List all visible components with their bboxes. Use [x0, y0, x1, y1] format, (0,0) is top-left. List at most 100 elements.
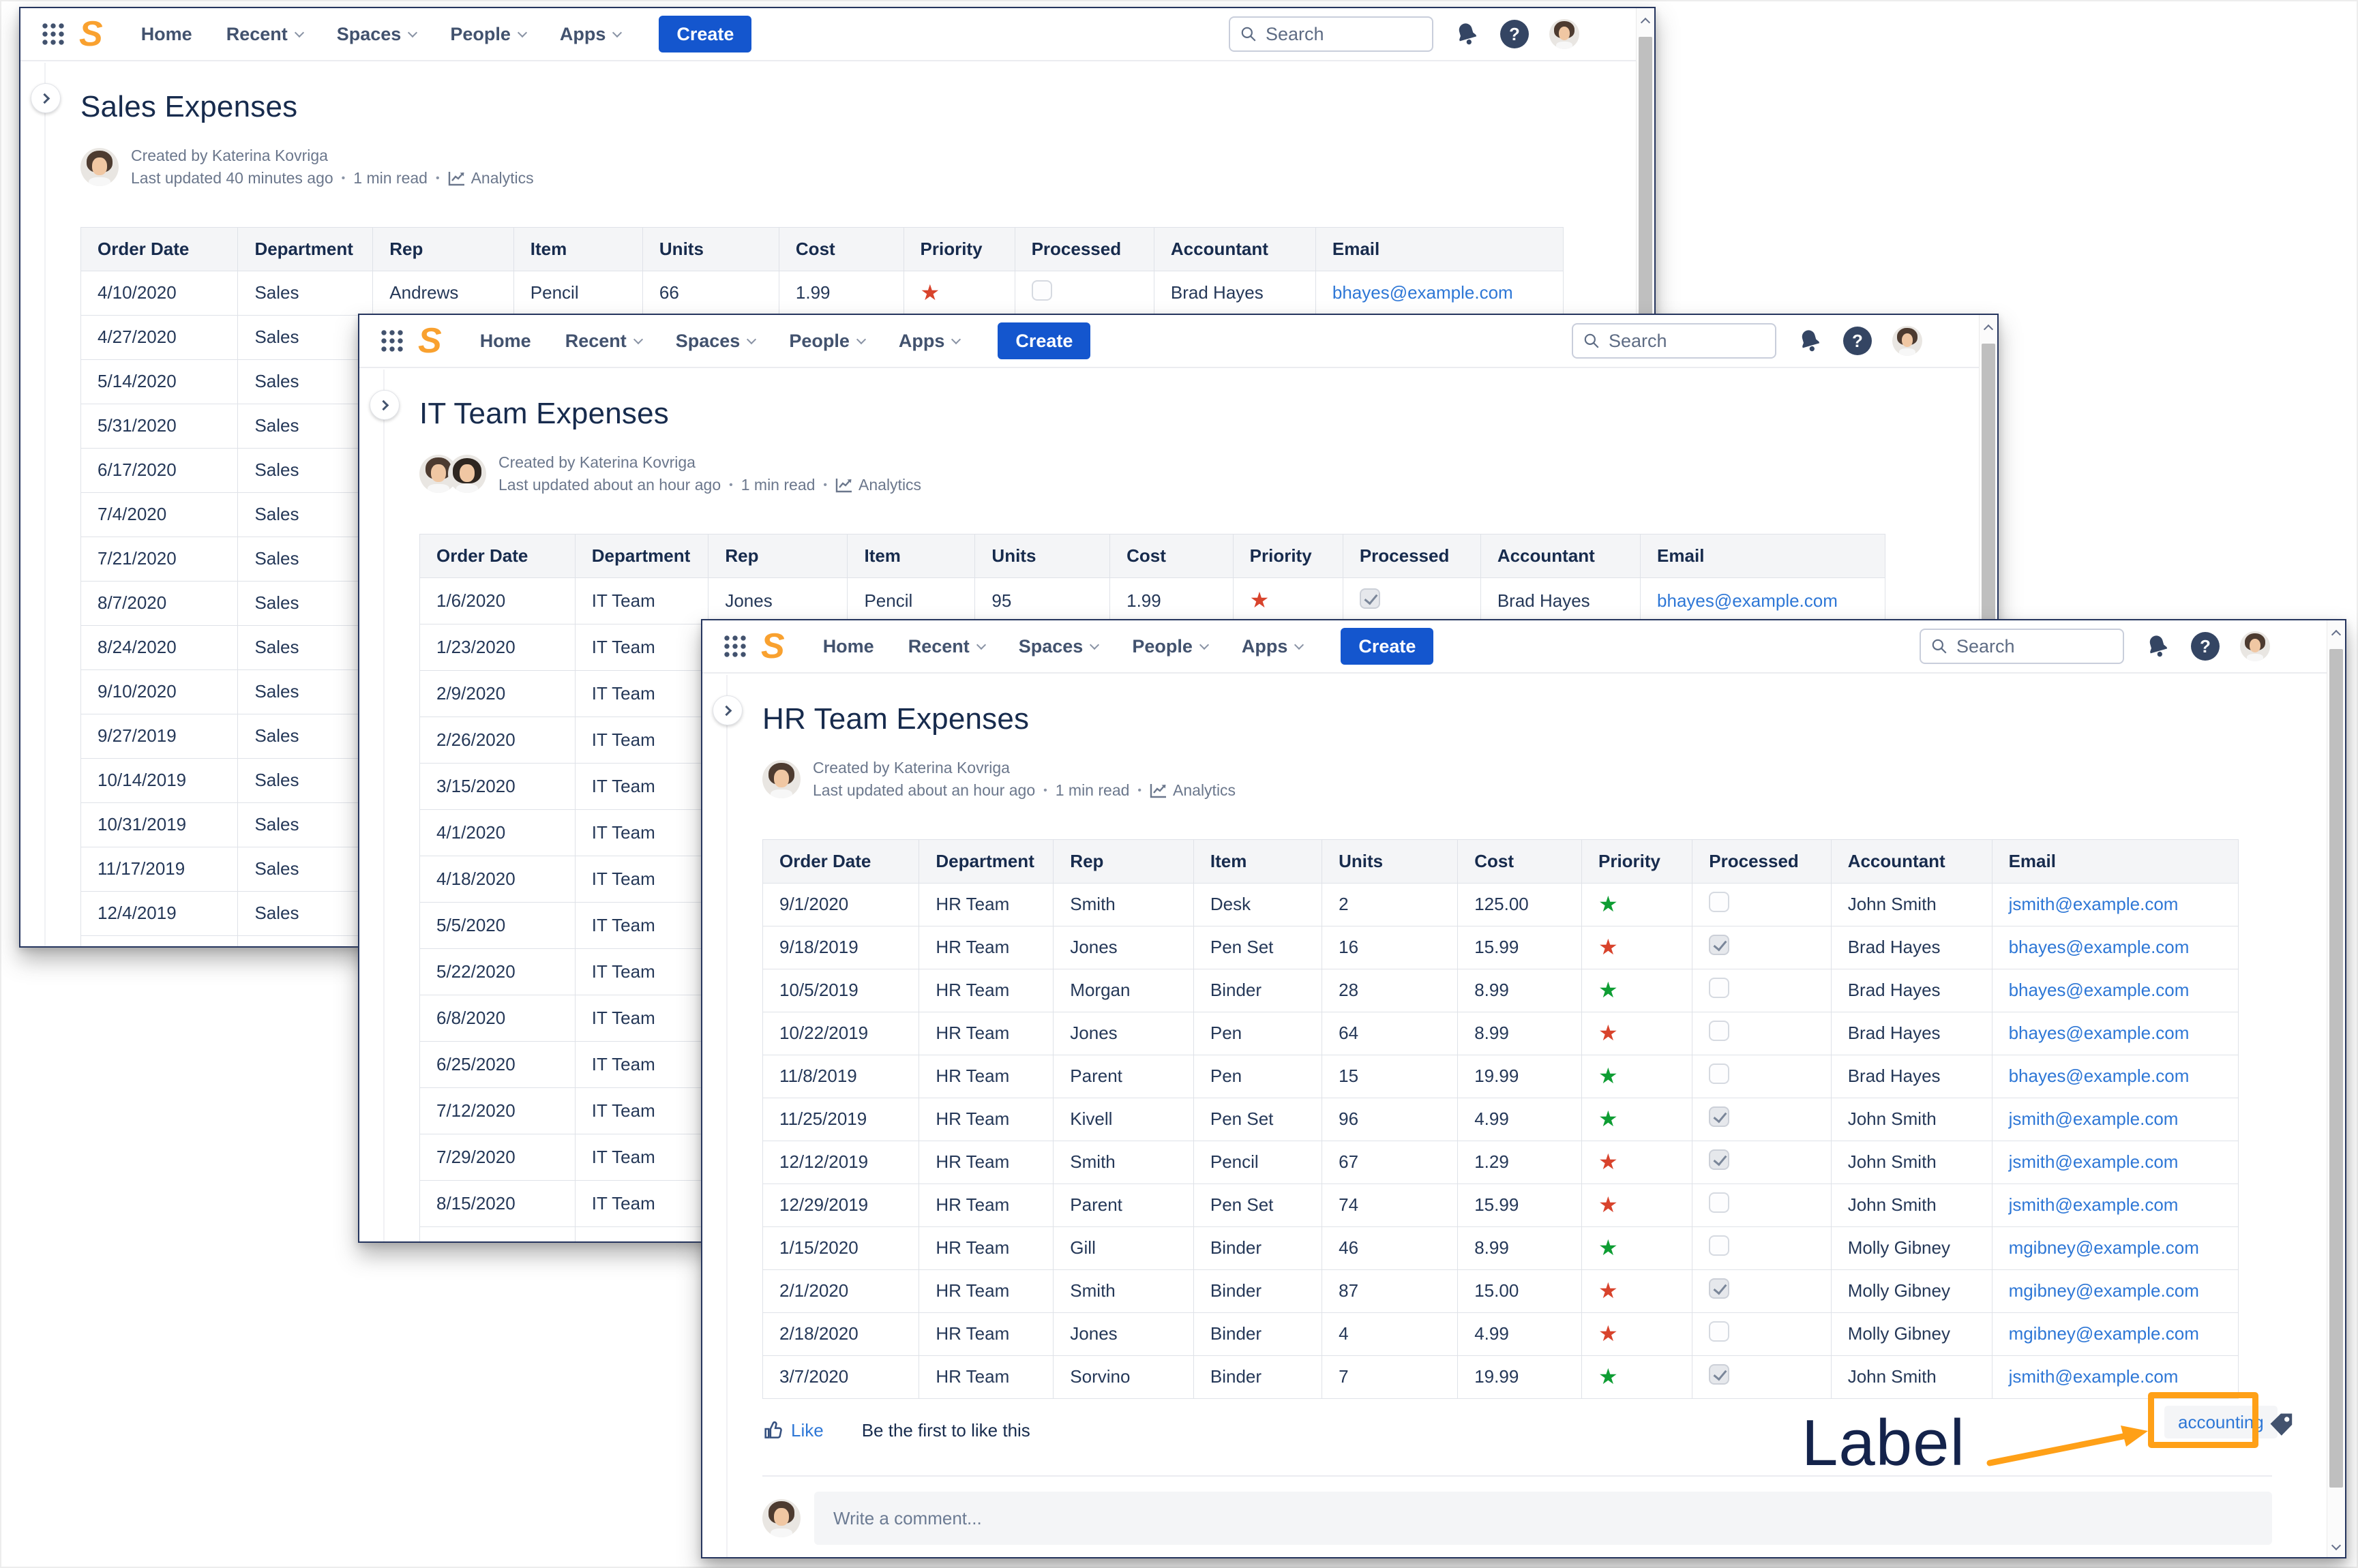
cell-rep: Andrews [373, 271, 514, 315]
processed-checkbox[interactable] [1709, 1321, 1729, 1342]
cell-item: Pen Set [1193, 1183, 1322, 1226]
nav-item-spaces[interactable]: Spaces [337, 24, 417, 45]
expand-sidebar-button[interactable] [713, 695, 743, 725]
email-link[interactable]: bhayes@example.com [2009, 980, 2190, 1000]
nav-item-home[interactable]: Home [480, 331, 531, 352]
nav-item-recent[interactable]: Recent [565, 331, 642, 352]
user-avatar[interactable] [1549, 19, 1579, 49]
email-link[interactable]: bhayes@example.com [1332, 282, 1513, 303]
tag-icon[interactable] [2267, 1410, 2297, 1440]
email-link[interactable]: jsmith@example.com [2009, 894, 2179, 914]
email-link[interactable]: mgibney@example.com [2009, 1323, 2199, 1344]
processed-checkbox[interactable] [1709, 1106, 1729, 1127]
search-input[interactable]: Search [1920, 629, 2124, 664]
search-input[interactable]: Search [1572, 323, 1776, 359]
processed-checkbox[interactable] [1360, 588, 1380, 609]
app-switcher-icon[interactable] [41, 22, 65, 46]
email-link[interactable]: bhayes@example.com [2009, 937, 2190, 957]
email-link[interactable]: jsmith@example.com [2009, 1151, 2179, 1172]
create-button[interactable]: Create [1341, 628, 1433, 665]
contributor-avatar[interactable] [448, 455, 486, 493]
nav-item-apps[interactable]: Apps [560, 24, 621, 45]
cell-rep: Kivell [1054, 1098, 1194, 1141]
nav-item-spaces[interactable]: Spaces [1019, 636, 1099, 657]
nav-item-people[interactable]: People [789, 331, 865, 352]
cell-date: 3/7/2020 [763, 1355, 919, 1398]
app-switcher-icon[interactable] [380, 329, 404, 353]
cell-processed [1692, 1098, 1831, 1141]
email-link[interactable]: bhayes@example.com [1657, 590, 1838, 611]
processed-checkbox[interactable] [1709, 935, 1729, 955]
scroll-down-icon[interactable] [2331, 1541, 2341, 1550]
processed-checkbox[interactable] [1709, 1278, 1729, 1299]
author-avatar[interactable] [762, 760, 801, 798]
email-link[interactable]: mgibney@example.com [2009, 1280, 2199, 1301]
user-avatar[interactable] [762, 1499, 801, 1537]
expand-sidebar-button[interactable] [370, 390, 400, 420]
processed-checkbox[interactable] [1709, 892, 1729, 912]
processed-checkbox[interactable] [1709, 1149, 1729, 1170]
scroll-up-icon[interactable] [1641, 18, 1650, 27]
last-updated-text[interactable]: Last updated 40 minutes ago [131, 167, 333, 190]
email-link[interactable]: jsmith@example.com [2009, 1194, 2179, 1215]
cell-processed [1692, 1055, 1831, 1098]
thumbs-up-icon[interactable] [762, 1419, 784, 1441]
nav-item-recent[interactable]: Recent [908, 636, 985, 657]
create-button[interactable]: Create [998, 322, 1090, 359]
nav-item-home[interactable]: Home [823, 636, 874, 657]
column-header-processed: Processed [1692, 839, 1831, 883]
notifications-bell-icon[interactable] [1450, 18, 1482, 50]
help-icon[interactable]: ? [1843, 327, 1872, 355]
processed-checkbox[interactable] [1709, 978, 1729, 998]
search-input[interactable]: Search [1229, 16, 1433, 52]
help-icon[interactable]: ? [1500, 20, 1529, 48]
help-icon[interactable]: ? [2191, 632, 2220, 661]
processed-checkbox[interactable] [1709, 1235, 1729, 1256]
email-link[interactable]: bhayes@example.com [2009, 1023, 2190, 1043]
cell-dept: IT Team [575, 995, 708, 1041]
processed-checkbox[interactable] [1709, 1064, 1729, 1084]
page-content: HR Team Expenses Created by Katerina Kov… [702, 702, 2345, 1399]
analytics-link[interactable]: Analytics [835, 474, 921, 496]
processed-checkbox[interactable] [1709, 1364, 1729, 1385]
like-button[interactable]: Like [791, 1420, 824, 1441]
create-button[interactable]: Create [659, 16, 751, 52]
analytics-link[interactable]: Analytics [1150, 779, 1236, 802]
user-avatar[interactable] [1892, 326, 1922, 356]
email-link[interactable]: jsmith@example.com [2009, 1109, 2179, 1129]
expand-sidebar-button[interactable] [31, 83, 61, 113]
cell-priority: ★ [1581, 883, 1692, 926]
app-logo[interactable]: S [79, 16, 103, 52]
nav-item-recent[interactable]: Recent [226, 24, 303, 45]
app-logo[interactable]: S [761, 629, 785, 664]
last-updated-text[interactable]: Last updated about an hour ago [813, 779, 1035, 802]
processed-checkbox[interactable] [1032, 280, 1052, 301]
email-link[interactable]: jsmith@example.com [2009, 1366, 2179, 1387]
user-avatar[interactable] [2240, 631, 2270, 661]
email-link[interactable]: bhayes@example.com [2009, 1066, 2190, 1086]
nav-item-apps[interactable]: Apps [899, 331, 960, 352]
column-header-cost: Cost [779, 227, 904, 271]
cell-processed [1692, 1012, 1831, 1055]
app-logo[interactable]: S [418, 323, 442, 359]
scroll-up-icon[interactable] [2331, 630, 2341, 639]
email-link[interactable]: mgibney@example.com [2009, 1237, 2199, 1258]
nav-item-home[interactable]: Home [141, 24, 192, 45]
comment-input[interactable]: Write a comment... [814, 1492, 2272, 1545]
app-switcher-icon[interactable] [723, 634, 747, 659]
processed-checkbox[interactable] [1709, 1192, 1729, 1213]
scroll-up-icon[interactable] [1984, 325, 1993, 334]
author-avatar[interactable] [80, 148, 119, 186]
nav-item-spaces[interactable]: Spaces [676, 331, 756, 352]
vertical-scrollbar[interactable] [2327, 620, 2345, 1557]
nav-item-apps[interactable]: Apps [1242, 636, 1303, 657]
notifications-bell-icon[interactable] [2141, 630, 2173, 662]
analytics-link[interactable]: Analytics [448, 167, 534, 190]
scrollbar-thumb[interactable] [2329, 649, 2343, 1488]
cell-rep: Gill [1054, 1226, 1194, 1269]
processed-checkbox[interactable] [1709, 1021, 1729, 1041]
notifications-bell-icon[interactable] [1793, 325, 1825, 357]
last-updated-text[interactable]: Last updated about an hour ago [498, 474, 721, 496]
nav-item-people[interactable]: People [450, 24, 526, 45]
nav-item-people[interactable]: People [1132, 636, 1208, 657]
